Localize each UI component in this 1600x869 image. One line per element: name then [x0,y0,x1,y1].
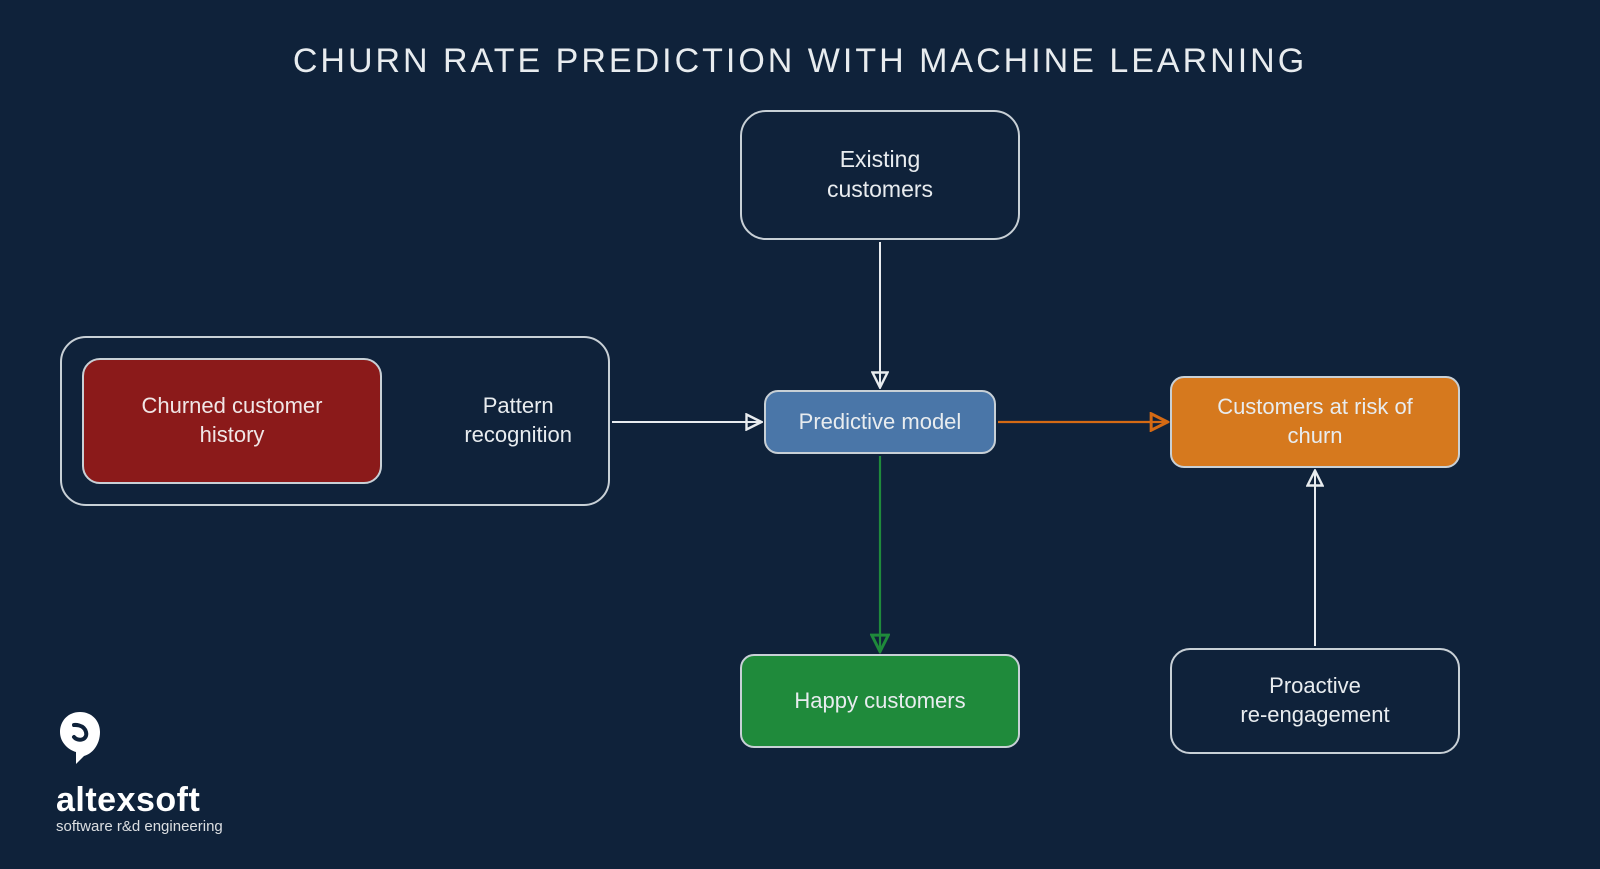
node-proactive-reengagement: Proactive re-engagement [1170,648,1460,754]
diagram-title: CHURN RATE PREDICTION WITH MACHINE LEARN… [0,42,1600,81]
node-existing-customers: Existing customers [740,110,1020,240]
brand-logo: altexsoft software r&d engineering [56,710,223,835]
brand-tagline: software r&d engineering [56,818,223,835]
pattern-recognition-label: Pattern recognition [464,392,572,449]
node-churned-history: Churned customer history [82,358,382,484]
brand-name: altexsoft [56,781,223,820]
node-happy-customers: Happy customers [740,654,1020,748]
node-customers-at-risk: Customers at risk of churn [1170,376,1460,468]
altexsoft-icon [56,710,104,770]
node-predictive-model: Predictive model [764,390,996,454]
